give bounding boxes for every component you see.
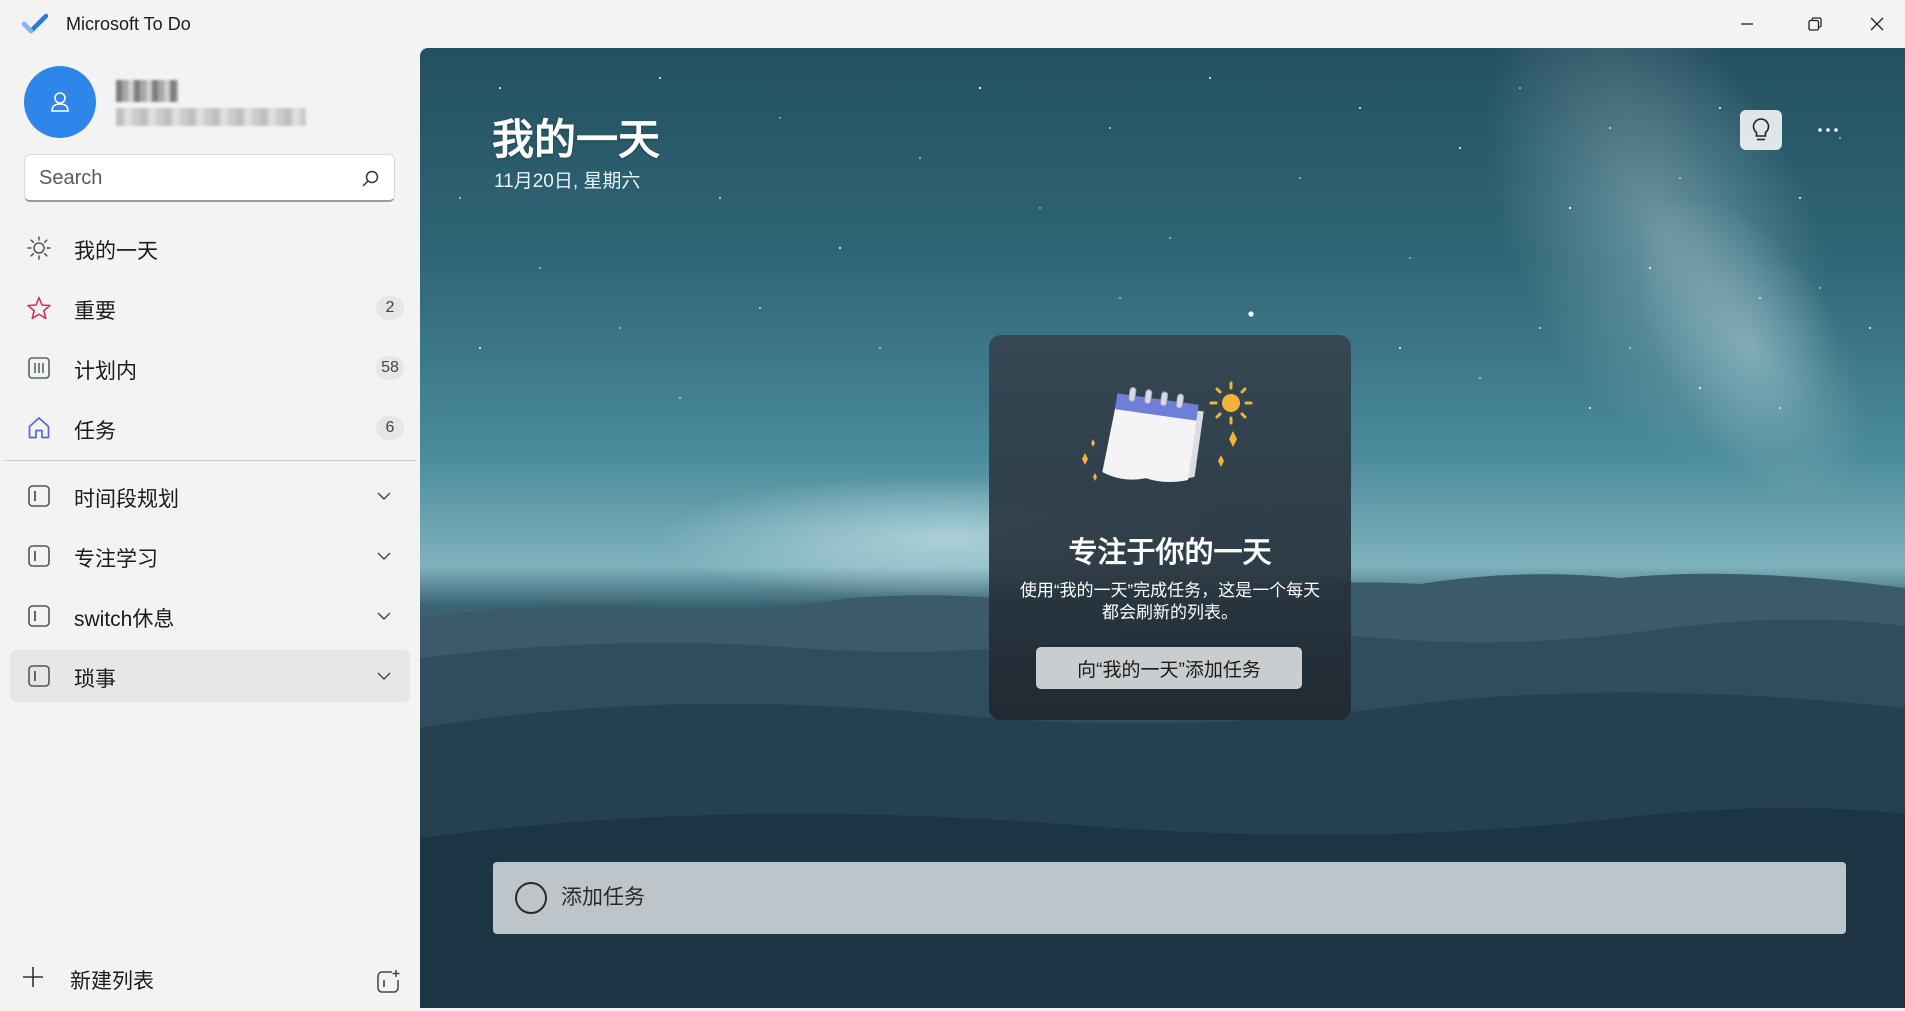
sun-icon	[27, 236, 51, 260]
sidebar-group-time-planning[interactable]: 时间段规划	[10, 470, 410, 522]
count-badge: 2	[376, 296, 404, 320]
count-badge: 6	[376, 416, 404, 440]
main-panel: 我的一天 11月20日, 星期六 专注于你的一天 使用“我的一天”完成任务，这是…	[420, 48, 1905, 1008]
empty-state-title: 专注于你的一天	[1068, 537, 1272, 569]
new-group-icon[interactable]	[374, 968, 402, 996]
sidebar-item-label: 专注学习	[74, 548, 158, 571]
add-to-my-day-button[interactable]: 向“我的一天”添加任务	[1036, 647, 1302, 689]
sidebar-item-label: 计划内	[74, 360, 137, 383]
task-circle-icon[interactable]	[515, 882, 547, 914]
sidebar-item-label: 琐事	[74, 668, 116, 691]
star-icon	[27, 296, 51, 320]
sidebar-item-label: 任务	[74, 420, 116, 443]
restore-icon	[1808, 17, 1822, 31]
plus-icon	[23, 967, 43, 987]
page-date: 11月20日, 星期六	[494, 171, 641, 192]
list-group-icon	[28, 665, 50, 687]
more-options-button[interactable]	[1806, 110, 1850, 150]
sidebar-item-label: 我的一天	[74, 240, 158, 263]
chevron-down-icon[interactable]	[376, 668, 392, 684]
list-group-icon	[28, 545, 50, 567]
close-icon	[1870, 17, 1884, 31]
chevron-down-icon[interactable]	[376, 488, 392, 504]
sidebar-item-label: 时间段规划	[74, 488, 179, 511]
home-icon	[28, 417, 50, 439]
suggestions-button[interactable]	[1740, 110, 1782, 150]
close-button[interactable]	[1849, 0, 1905, 48]
app-title: Microsoft To Do	[66, 14, 191, 34]
sidebar-divider	[4, 460, 416, 461]
sidebar-item-planned[interactable]: 计划内 58	[10, 342, 410, 394]
minimize-button[interactable]	[1713, 0, 1781, 48]
title-bar: Microsoft To Do	[0, 0, 1905, 48]
calendar-sun-illustration-icon	[1082, 381, 1253, 483]
sidebar-group-focus-study[interactable]: 专注学习	[10, 530, 410, 582]
chevron-down-icon[interactable]	[376, 548, 392, 564]
page-title: 我的一天	[492, 116, 661, 163]
profile-email-blurred[interactable]	[116, 108, 306, 126]
calendar-grid-icon	[28, 357, 50, 379]
more-dots-icon	[1818, 128, 1838, 132]
new-list-label: 新建列表	[70, 970, 154, 993]
list-group-icon	[28, 605, 50, 627]
lightbulb-icon	[1752, 118, 1770, 141]
search-box[interactable]	[24, 154, 395, 202]
person-icon	[51, 92, 69, 112]
add-task-input[interactable]	[561, 882, 1761, 914]
my-day-empty-state-card: 专注于你的一天 使用“我的一天”完成任务，这是一个每天都会刷新的列表。 向“我的…	[989, 335, 1351, 720]
list-group-icon	[28, 485, 50, 507]
count-badge: 58	[376, 356, 404, 380]
sidebar-item-tasks[interactable]: 任务 6	[10, 402, 410, 454]
sidebar-item-label: switch休息	[74, 608, 175, 631]
profile-name-blurred[interactable]	[116, 80, 178, 102]
chevron-down-icon[interactable]	[376, 608, 392, 624]
sidebar-item-label: 重要	[74, 300, 116, 323]
new-list-button[interactable]: 新建列表	[10, 948, 410, 1008]
avatar[interactable]	[24, 66, 96, 138]
search-input[interactable]	[39, 163, 349, 193]
empty-state-description: 使用“我的一天”完成任务，这是一个每天都会刷新的列表。	[1019, 581, 1321, 622]
minimize-icon	[1741, 23, 1753, 25]
sidebar-group-chores[interactable]: 琐事	[10, 650, 410, 702]
sidebar: 我的一天 重要 2 计划内 58 任务 6 时间段规划	[0, 48, 420, 1011]
search-icon[interactable]	[360, 169, 380, 189]
sidebar-group-switch-rest[interactable]: switch休息	[10, 590, 410, 642]
sidebar-item-my-day[interactable]: 我的一天	[10, 222, 410, 274]
add-task-bar[interactable]	[493, 862, 1846, 934]
todo-logo-icon	[22, 13, 48, 34]
sidebar-item-important[interactable]: 重要 2	[10, 282, 410, 334]
restore-button[interactable]	[1781, 0, 1849, 48]
